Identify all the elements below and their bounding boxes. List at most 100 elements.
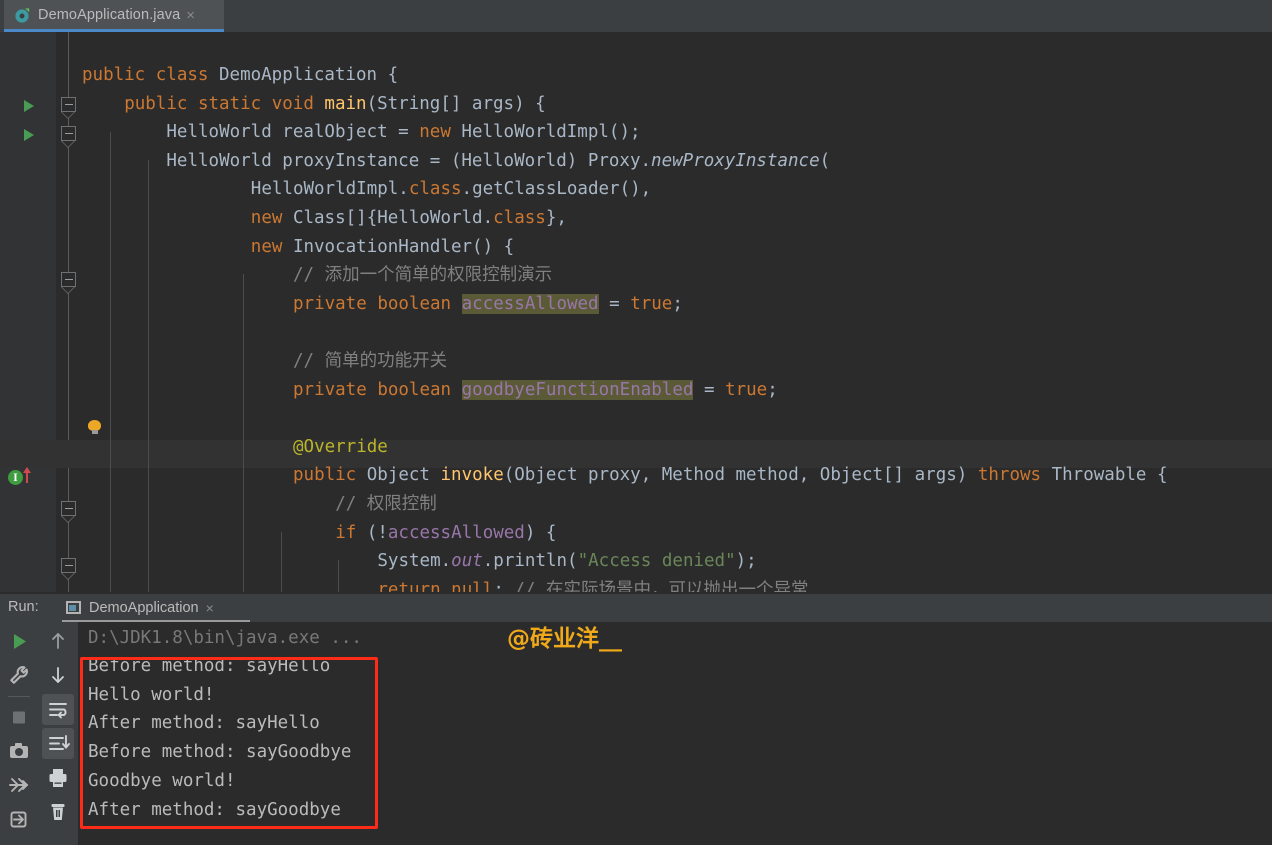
code-token: public	[82, 65, 146, 85]
fold-marker-icon[interactable]	[61, 501, 76, 516]
resume-button[interactable]	[3, 804, 35, 835]
code-token: new	[250, 236, 283, 257]
editor-tab-bar: DemoApplication.java ×	[0, 0, 1272, 32]
run-gutter-icon[interactable]	[24, 100, 34, 112]
code-token: HelloWorldImpl.	[250, 179, 409, 200]
code-token: ) {	[524, 522, 557, 543]
code-token: HelloWorld proxyInstance = (HelloWorld) …	[166, 150, 652, 171]
code-token: },	[545, 208, 567, 228]
code-line: HelloWorldImpl.class.getClassLoader(),	[251, 175, 651, 204]
clear-all-button[interactable]	[42, 796, 74, 827]
fold-marker-tip	[61, 573, 75, 580]
run-right-toolbar	[39, 622, 78, 845]
code-line: // 权限控制	[335, 490, 437, 519]
code-token: System.	[377, 551, 452, 572]
code-token: {	[377, 65, 399, 85]
code-token: public	[124, 93, 188, 114]
code-line: // 简单的功能开关	[293, 347, 447, 376]
code-token: new	[419, 122, 451, 143]
code-line: if (!accessAllowed) {	[335, 519, 556, 548]
dump-threads-button[interactable]	[3, 770, 35, 801]
code-token: (Object proxy, Method method, Object[] a…	[503, 465, 978, 486]
run-config-icon	[66, 601, 81, 614]
screenshot-button[interactable]	[3, 736, 35, 767]
code-token: if	[335, 522, 357, 543]
run-label: Run:	[8, 599, 39, 615]
soft-wrap-button[interactable]	[42, 694, 74, 725]
code-token: new	[250, 208, 283, 228]
tab-label: DemoApplication.java	[38, 7, 181, 23]
scroll-up-button[interactable]	[42, 626, 74, 657]
code-token: static	[197, 93, 262, 114]
code-token: InvocationHandler() {	[282, 236, 515, 257]
run-tab-label: DemoApplication	[89, 599, 199, 616]
console-command-line: D:\JDK1.8\bin\java.exe ...	[88, 628, 362, 648]
code-token: (!	[356, 522, 388, 543]
fold-marker-icon[interactable]	[61, 97, 76, 112]
code-line: // 添加一个简单的权限控制演示	[293, 261, 552, 290]
output-highlight-box	[80, 657, 378, 829]
fold-marker-icon[interactable]	[61, 272, 76, 287]
code-token: HelloWorldImpl();	[450, 122, 641, 143]
run-panel-bottom-strip	[0, 834, 1272, 845]
code-line: HelloWorld proxyInstance = (HelloWorld) …	[166, 147, 830, 176]
fold-marker-tip	[61, 287, 75, 294]
editor-gutter[interactable]	[0, 32, 56, 594]
scroll-to-end-button[interactable]	[42, 728, 74, 759]
run-gutter-icon[interactable]	[24, 129, 34, 141]
code-token: throws	[977, 465, 1042, 486]
code-line: new Class[]{HelloWorld.class},	[251, 204, 567, 233]
code-line: System.out.println("Access denied");	[377, 547, 756, 576]
code-token: );	[735, 551, 757, 572]
code-token: // 简单的功能开关	[293, 351, 448, 371]
run-panel-header: Run: DemoApplication ×	[0, 594, 1272, 622]
override-arrow-icon	[23, 467, 31, 483]
tab-demoapplication-java[interactable]: DemoApplication.java ×	[4, 0, 224, 30]
implements-marker-icon[interactable]: I	[8, 470, 23, 485]
code-token: Class[]{HelloWorld.	[282, 208, 494, 228]
code-token: "Access denied"	[577, 551, 736, 572]
code-token: class	[408, 179, 462, 200]
code-token: boolean	[377, 293, 452, 314]
code-token: Throwable {	[1041, 465, 1168, 486]
code-token: accessAllowed	[461, 293, 599, 314]
fold-marker-icon[interactable]	[61, 126, 76, 141]
code-token: void	[271, 93, 314, 114]
print-button[interactable]	[42, 762, 74, 793]
scroll-down-button[interactable]	[42, 660, 74, 691]
code-editor[interactable]: I public class DemoApplication {public s…	[0, 32, 1272, 594]
code-content[interactable]: public class DemoApplication {public sta…	[82, 32, 1272, 594]
code-token: (	[819, 150, 831, 171]
code-line: public Object invoke(Object proxy, Metho…	[293, 461, 1168, 490]
close-icon[interactable]: ×	[186, 8, 195, 23]
code-token: private	[293, 379, 367, 400]
close-icon[interactable]: ×	[206, 600, 214, 616]
code-token: .println(	[482, 551, 578, 572]
code-token: =	[693, 379, 726, 400]
code-line: private boolean accessAllowed = true;	[293, 290, 683, 319]
code-token: ;	[767, 379, 778, 400]
code-token: ;	[672, 293, 683, 314]
code-token: // 权限控制	[335, 494, 437, 514]
edit-configuration-button[interactable]	[3, 660, 35, 691]
toolbar-separator	[8, 696, 30, 697]
code-token: @Override	[293, 436, 388, 457]
code-token: HelloWorld realObject =	[166, 122, 420, 143]
code-token: out	[451, 551, 483, 572]
stop-button[interactable]	[3, 702, 35, 733]
code-token: DemoApplication	[219, 65, 378, 85]
code-token: Object	[356, 465, 441, 486]
watermark-text: @砖业洋__	[507, 626, 622, 652]
code-token: public	[293, 465, 357, 486]
console-bottom-fill	[78, 834, 1272, 845]
rerun-button[interactable]	[3, 626, 35, 657]
run-tab-demoapplication[interactable]: DemoApplication ×	[62, 595, 218, 620]
code-line: public class DemoApplication {	[82, 61, 398, 90]
fold-marker-icon[interactable]	[61, 558, 76, 573]
